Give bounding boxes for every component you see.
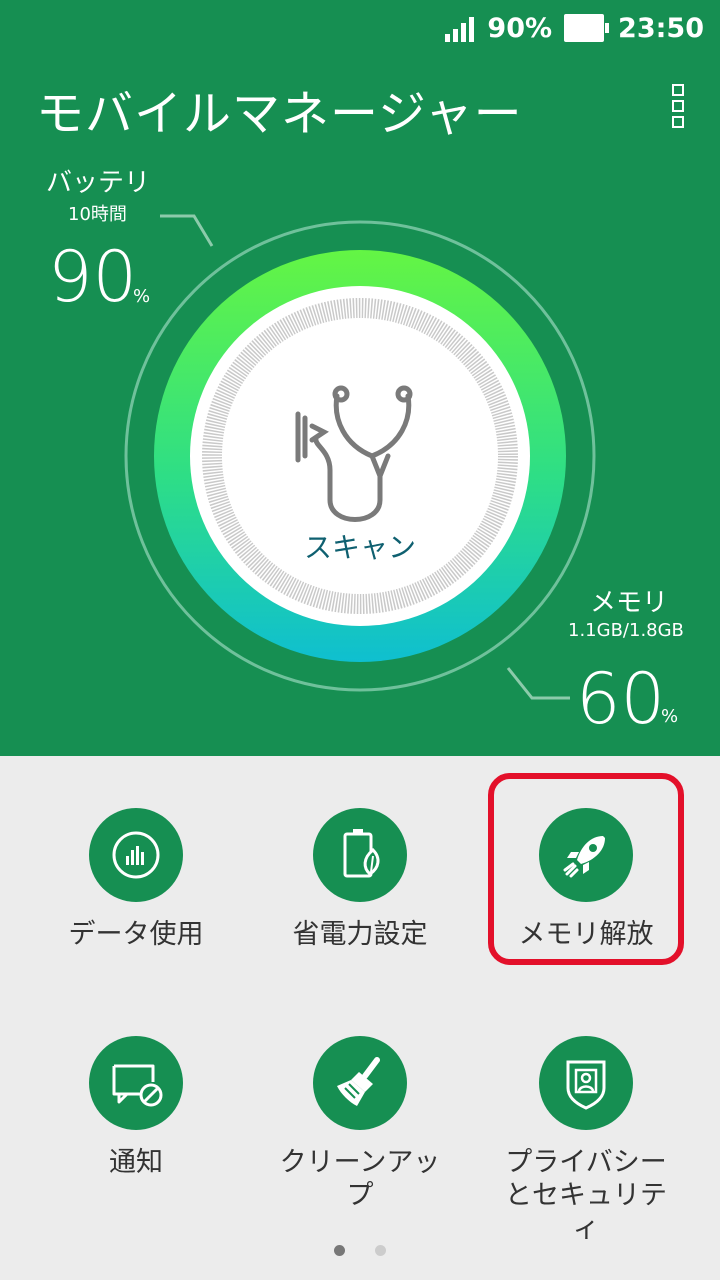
notification-block-icon <box>89 1036 183 1130</box>
memory-connector-line <box>506 667 570 700</box>
tile-cleanup-label: クリーンアップ <box>279 1147 441 1211</box>
tile-privacy-security[interactable]: プライバシーとセキュリティ <box>476 1036 696 1245</box>
memory-usage: 1.1GB/1.8GB <box>568 620 684 641</box>
battery-connector-line <box>160 214 214 247</box>
header-panel: 90% 23:50 モバイルマネージャー スキャン バッテリ 10時間 90 %… <box>0 0 720 756</box>
tile-notifications-label: 通知 <box>109 1147 163 1178</box>
broom-icon <box>313 1036 407 1130</box>
tile-power-saving[interactable]: 省電力設定 <box>250 808 470 951</box>
scan-button-label[interactable]: スキャン <box>240 526 480 566</box>
page-dot-active[interactable] <box>334 1245 345 1256</box>
bar-chart-icon <box>89 808 183 902</box>
battery-value: 90 <box>48 236 138 318</box>
battery-unit: % <box>133 286 151 307</box>
tile-data-usage-label: データ使用 <box>68 919 204 950</box>
tile-privacy-security-label: プライバシーとセキュリティ <box>505 1147 667 1244</box>
tile-notifications[interactable]: 通知 <box>26 1036 246 1179</box>
battery-label: バッテリ <box>46 168 151 198</box>
shield-user-icon <box>539 1036 633 1130</box>
tile-power-saving-label: 省電力設定 <box>292 919 428 950</box>
tile-cleanup[interactable]: クリーンアップ <box>250 1036 470 1212</box>
status-dial <box>124 214 596 700</box>
memory-label: メモリ <box>590 588 669 618</box>
battery-remaining: 10時間 <box>68 204 127 225</box>
battery-leaf-icon <box>313 808 407 902</box>
memory-value: 60 <box>576 658 666 740</box>
memory-unit: % <box>661 706 679 727</box>
highlight-frame <box>488 773 684 965</box>
page-dot[interactable] <box>375 1245 386 1256</box>
page-indicator <box>0 1245 720 1256</box>
tile-data-usage[interactable]: データ使用 <box>26 808 246 951</box>
